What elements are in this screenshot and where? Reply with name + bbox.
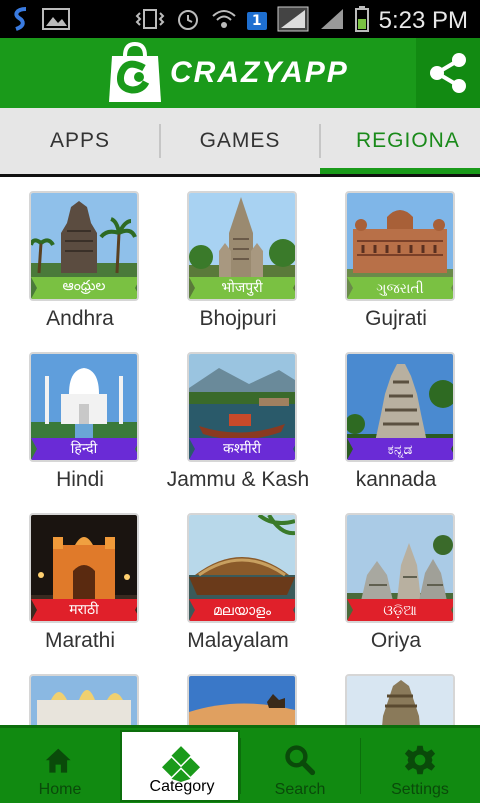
alarm-icon — [175, 6, 201, 36]
app-logo-icon — [106, 41, 164, 104]
category-script-label: ಕನ್ನಡ — [387, 442, 413, 458]
category-thumbnail: कश्मीरी — [187, 352, 297, 462]
category-label: Bhojpuri — [199, 307, 277, 330]
category-label: Oriya — [370, 629, 422, 652]
category-thumbnail: भोजपुरी — [187, 191, 297, 301]
category-thumbnail: മലയാളം — [187, 513, 297, 623]
category-script-label: ગુજરાતી — [376, 281, 424, 297]
nav-home[interactable]: Home — [0, 728, 120, 803]
category-script-label: മലയാളം — [212, 603, 272, 619]
nav-label: Settings — [391, 781, 449, 798]
category-thumbnail — [187, 674, 297, 725]
category-thumbnail: ଓଡ଼ିଆ — [345, 513, 455, 623]
category-thumbnail: ಕನ್ನಡ — [345, 352, 455, 462]
wifi-icon — [211, 7, 237, 35]
category-item-kannada[interactable]: ಕನ್ನಡ kannada — [316, 338, 476, 498]
gallery-icon — [42, 7, 70, 35]
nav-category[interactable]: Category — [120, 730, 240, 802]
category-label: Marathi — [44, 629, 116, 652]
category-grid: ఆంధ్రుల Andhra भोजपुरी Bhojpuri ગુજરાતી … — [0, 177, 480, 725]
category-item-partial[interactable] — [316, 660, 476, 725]
category-item-hindi[interactable]: हिन्दी Hindi — [0, 338, 160, 498]
nav-label: Home — [38, 781, 82, 798]
category-thumbnail — [29, 674, 139, 725]
category-thumbnail — [345, 674, 455, 725]
nav-settings[interactable]: Settings — [360, 728, 480, 803]
category-label: Hindi — [56, 468, 104, 491]
category-thumbnail: ఆంధ్రుల — [29, 191, 139, 301]
vibrate-icon — [135, 7, 165, 35]
status-bar: 1 5:23 PM — [0, 0, 480, 38]
tab-games[interactable]: GAMES — [160, 108, 320, 174]
action-bar: CRAZYAPP — [0, 38, 480, 108]
home-icon — [45, 748, 71, 773]
tab-apps[interactable]: APPS — [0, 108, 160, 174]
nav-search[interactable]: Search — [240, 728, 360, 803]
tab-regional[interactable]: REGIONA — [320, 108, 480, 174]
category-label: Andhra — [46, 307, 114, 330]
gear-icon — [404, 745, 436, 775]
category-item-oriya[interactable]: ଓଡ଼ିଆ Oriya — [316, 499, 476, 659]
category-item-marathi[interactable]: मराठी Marathi — [0, 499, 160, 659]
category-thumbnail: ગુજરાતી — [345, 191, 455, 301]
share-button[interactable] — [416, 38, 480, 108]
share-icon — [430, 53, 466, 93]
category-script-label: ଓଡ଼ିଆ — [383, 603, 417, 619]
category-label: Malayalam — [187, 629, 289, 652]
category-script-label: हिन्दी — [70, 441, 98, 457]
category-item-malayalam[interactable]: മലയാളം Malayalam — [158, 499, 318, 659]
category-item-gujrati[interactable]: ગુજરાતી Gujrati — [316, 177, 476, 337]
category-script-label: मराठी — [69, 602, 99, 618]
category-icon — [162, 746, 200, 782]
search-icon — [285, 745, 316, 776]
category-item-partial[interactable] — [0, 660, 160, 725]
category-script-label: कश्मीरी — [222, 441, 262, 457]
nav-label: Category — [149, 778, 215, 795]
status-time: 5:23 PM — [378, 7, 468, 34]
battery-icon — [354, 6, 369, 36]
category-item-partial[interactable] — [158, 660, 318, 725]
signal-2-icon — [319, 7, 345, 35]
category-item-andhra[interactable]: ఆంధ్రుల Andhra — [0, 177, 160, 337]
category-script-label: ఆంధ్రుల — [62, 278, 106, 294]
category-tabs: APPS GAMES REGIONA — [0, 108, 480, 175]
nav-label: Search — [274, 781, 326, 798]
category-item-jammu-kashmir[interactable]: कश्मीरी Jammu & Kash — [158, 338, 318, 498]
app-notification-icon — [10, 6, 32, 36]
category-label: Gujrati — [365, 307, 427, 330]
category-thumbnail: मराठी — [29, 513, 139, 623]
category-item-bhojpuri[interactable]: भोजपुरी Bhojpuri — [158, 177, 318, 337]
app-title: CRAZYAPP — [170, 56, 349, 89]
signal-icon — [277, 6, 309, 36]
category-script-label: भोजपुरी — [221, 280, 263, 296]
sim-badge: 1 — [246, 12, 267, 30]
bottom-navigation: Home Category Search Settings — [0, 725, 480, 803]
category-label: Jammu & Kash — [166, 468, 310, 491]
category-label: kannada — [355, 468, 437, 491]
category-thumbnail: हिन्दी — [29, 352, 139, 462]
